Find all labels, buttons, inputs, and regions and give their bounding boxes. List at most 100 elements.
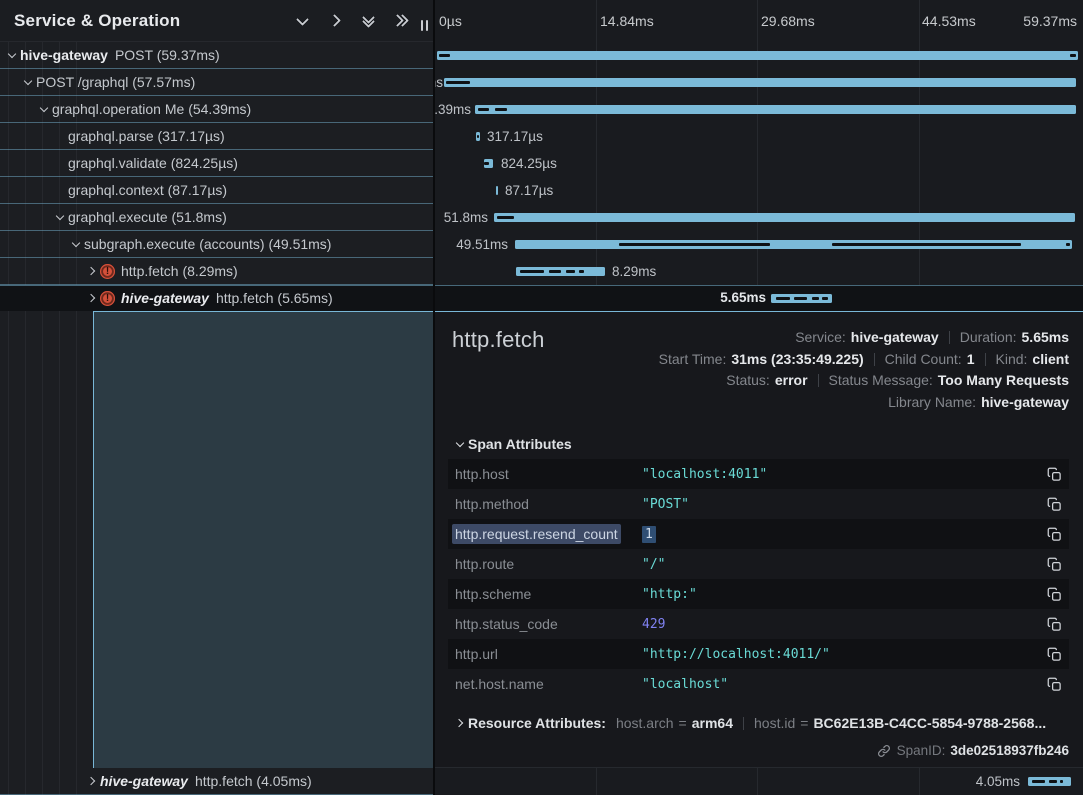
service-name: hive-gateway — [121, 285, 209, 311]
timeline-row: 317.17µs — [434, 123, 1083, 150]
copy-icon[interactable] — [1045, 525, 1063, 543]
span-attributes-header[interactable]: Span Attributes — [448, 436, 1069, 452]
span-duration-bar[interactable] — [475, 105, 1076, 114]
twisty-spacer — [52, 183, 68, 197]
child-span-mark — [832, 243, 1021, 246]
bar-duration-label: 57.57ms — [434, 69, 443, 96]
meta-value: 5.65ms — [1022, 329, 1069, 345]
link-icon[interactable] — [877, 744, 891, 758]
span-tree-row[interactable]: hive-gatewayhttp.fetch (4.05ms) — [0, 768, 434, 795]
panel-resize-handle[interactable] — [421, 20, 428, 31]
span-name-and-duration: http.fetch (5.65ms) — [216, 285, 333, 311]
collapse-one-icon[interactable] — [294, 13, 310, 29]
chevron-down-icon[interactable] — [36, 102, 52, 116]
resource-attributes-row[interactable]: Resource Attributes: host.arch=arm64host… — [448, 708, 1069, 738]
span-duration-bar[interactable] — [437, 51, 1078, 60]
chevron-down-icon[interactable] — [4, 48, 20, 62]
span-tree-row[interactable]: hive-gatewayPOST (59.37ms) — [0, 42, 434, 69]
twisty-spacer — [52, 156, 68, 170]
child-span-mark — [1070, 54, 1076, 57]
chevron-right-icon[interactable] — [84, 774, 100, 788]
timeline-row: 5.65ms — [434, 285, 1083, 311]
copy-icon[interactable] — [1045, 615, 1063, 633]
attribute-key: http.status_code — [448, 616, 642, 632]
timeline-row: 54.39ms — [434, 96, 1083, 123]
span-tree-row[interactable]: hive-gateway http.fetch (5.65ms) — [0, 285, 434, 311]
span-tree-row[interactable]: subgraph.execute (accounts) (49.51ms) — [0, 231, 434, 258]
meta-value: 31ms (23:35:49.225) — [731, 351, 863, 367]
expand-one-icon[interactable] — [327, 13, 343, 29]
child-span-mark — [446, 81, 470, 84]
meta-divider — [949, 331, 950, 344]
ruler-tick-label: 29.68ms — [761, 0, 815, 42]
copy-icon[interactable] — [1045, 555, 1063, 573]
span-name-and-duration: http.fetch (4.05ms) — [195, 768, 312, 795]
span-meta-line: Start Time:31ms (23:35:49.225)Child Coun… — [659, 349, 1069, 371]
attribute-value: "/" — [642, 557, 665, 572]
panel-splitter[interactable] — [433, 0, 435, 795]
span-name-and-duration: graphql.operation Me (54.39ms) — [52, 96, 251, 123]
resource-divider — [743, 717, 744, 730]
span-tree-row[interactable]: graphql.validate (824.25µs) — [0, 150, 434, 177]
meta-label: Duration: — [960, 329, 1017, 345]
attribute-row: http.scheme"http:" — [448, 579, 1069, 609]
meta-value: error — [775, 372, 808, 388]
ruler-tick-label: 44.53ms — [922, 0, 976, 42]
span-meta-line: Service:hive-gatewayDuration:5.65ms — [659, 327, 1069, 349]
span-tree-row[interactable]: POST /graphql (57.57ms) — [0, 69, 434, 96]
chevron-right-icon[interactable] — [84, 291, 100, 305]
bar-duration-label: 87.17µs — [505, 177, 553, 204]
panel-title: Service & Operation — [14, 11, 180, 31]
span-duration-bar[interactable] — [515, 240, 1072, 249]
span-duration-bar[interactable] — [476, 132, 480, 141]
copy-icon[interactable] — [1045, 465, 1063, 483]
span-duration-bar[interactable] — [516, 267, 605, 276]
attribute-value: "http://localhost:4011/" — [642, 647, 830, 662]
span-tree-row[interactable]: graphql.execute (51.8ms) — [0, 204, 434, 231]
attribute-row: http.method"POST" — [448, 489, 1069, 519]
resource-attributes-label: Resource Attributes: — [468, 715, 606, 731]
span-duration-bar[interactable] — [444, 78, 1076, 87]
bar-duration-label: 49.51ms — [456, 231, 508, 258]
collapse-all-icon[interactable] — [360, 13, 376, 29]
span-detail-panel: http.fetch Service:hive-gatewayDuration:… — [434, 311, 1083, 768]
meta-divider — [874, 353, 875, 366]
chevron-down-icon[interactable] — [68, 237, 84, 251]
copy-icon[interactable] — [1045, 675, 1063, 693]
copy-icon[interactable] — [1045, 645, 1063, 663]
chevron-right-icon — [452, 720, 468, 726]
span-tree-row[interactable]: graphql.operation Me (54.39ms) — [0, 96, 434, 123]
attribute-value: 429 — [642, 617, 665, 632]
child-span-mark — [822, 297, 828, 300]
copy-icon[interactable] — [1045, 495, 1063, 513]
equals-sign: = — [800, 715, 808, 731]
span-meta-line: Status:errorStatus Message:Too Many Requ… — [659, 370, 1069, 392]
expand-all-icon[interactable] — [393, 13, 409, 29]
child-span-mark — [495, 108, 507, 111]
equals-sign: = — [679, 715, 687, 731]
span-duration-bar[interactable] — [484, 159, 493, 168]
span-tree-row[interactable]: http.fetch (8.29ms) — [0, 258, 434, 285]
span-name-and-duration: graphql.execute (51.8ms) — [68, 204, 227, 231]
attribute-row: http.host"localhost:4011" — [448, 459, 1069, 489]
timeline-row: 51.8ms — [434, 204, 1083, 231]
span-tree-row[interactable]: graphql.parse (317.17µs) — [0, 123, 434, 150]
span-name-and-duration: graphql.validate (824.25µs) — [68, 150, 238, 177]
attribute-key: net.host.name — [448, 676, 642, 692]
span-duration-bar[interactable] — [771, 294, 832, 303]
bar-duration-label: 51.8ms — [444, 204, 488, 231]
meta-label: Library Name: — [888, 394, 976, 410]
chevron-down-icon[interactable] — [20, 75, 36, 89]
span-duration-bar[interactable] — [496, 186, 498, 195]
span-tree-row[interactable]: graphql.context (87.17µs) — [0, 177, 434, 204]
chevron-right-icon[interactable] — [84, 264, 100, 278]
copy-icon[interactable] — [1045, 585, 1063, 603]
timeline-row: 824.25µs — [434, 150, 1083, 177]
span-duration-bar[interactable] — [494, 213, 1075, 222]
child-span-mark — [579, 270, 584, 273]
chevron-down-icon[interactable] — [52, 210, 68, 224]
meta-label: Service: — [795, 329, 846, 345]
child-span-mark — [794, 297, 807, 300]
child-span-mark — [1060, 780, 1063, 783]
span-duration-bar[interactable] — [1028, 777, 1071, 786]
